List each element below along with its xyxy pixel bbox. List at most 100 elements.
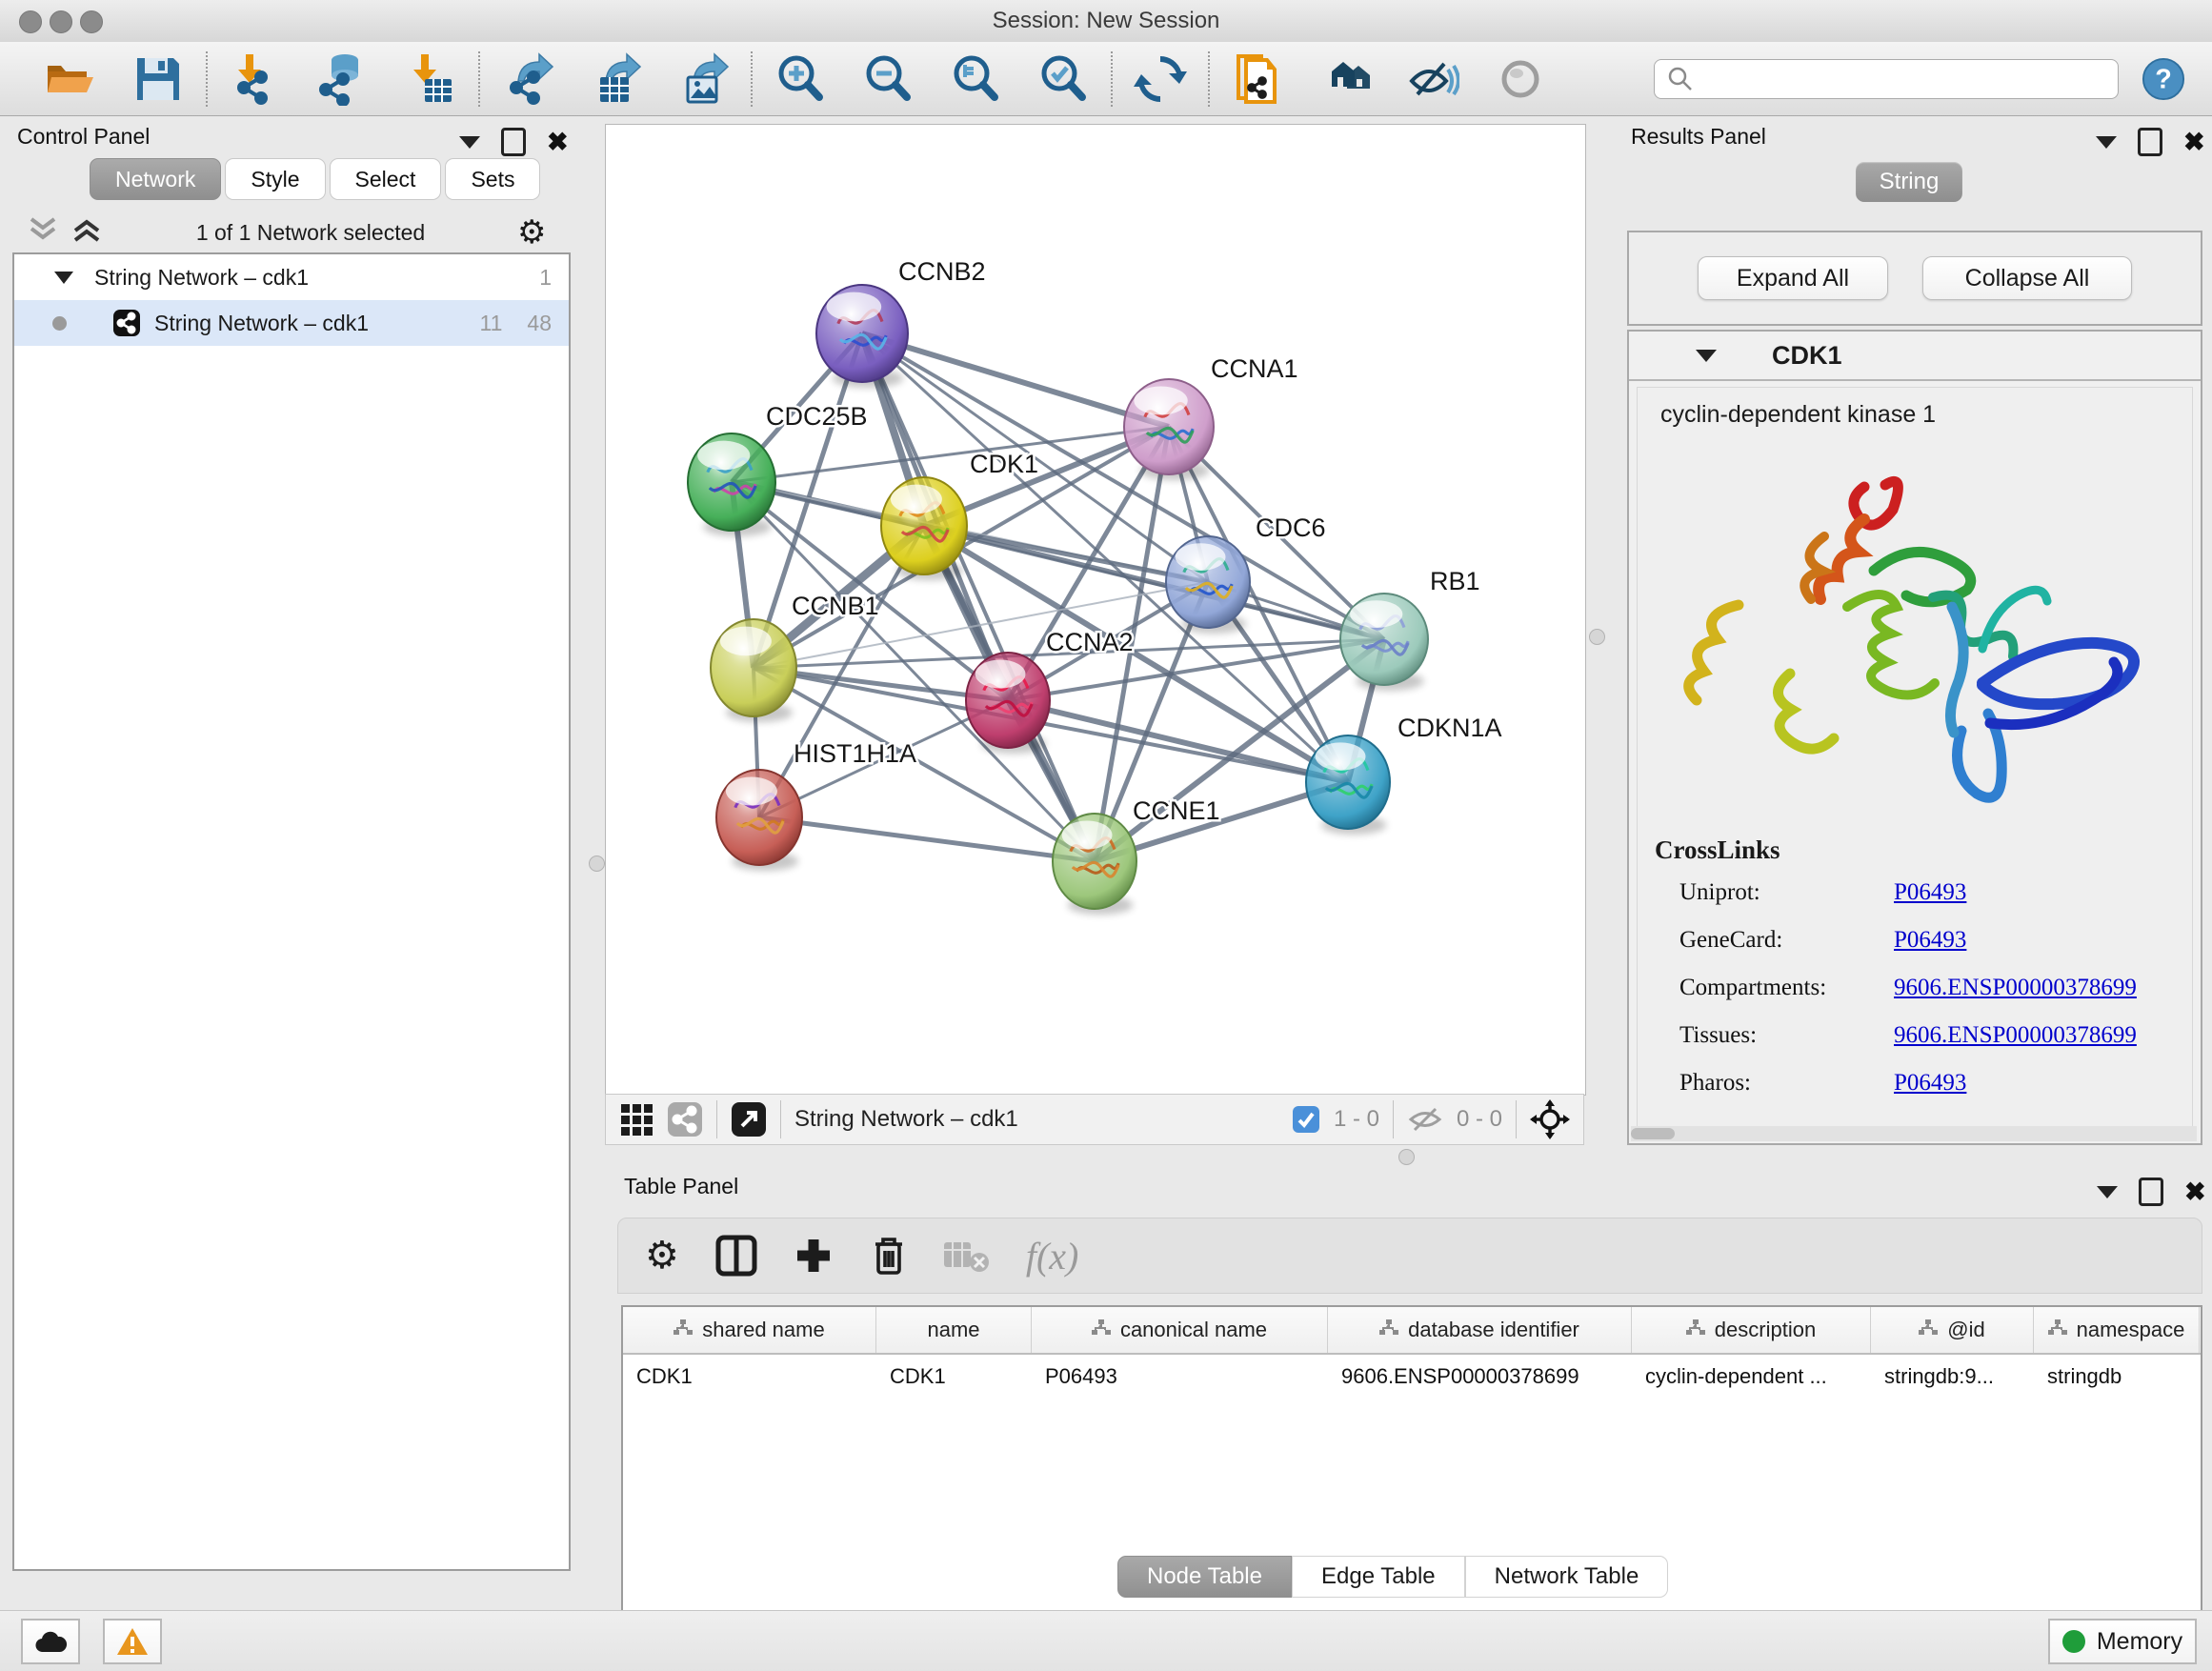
open-in-new-window-icon[interactable] (731, 1101, 767, 1137)
table-cell[interactable]: stringdb:9... (1871, 1355, 2034, 1399)
table-cell[interactable]: 9606.ENSP00000378699 (1328, 1355, 1632, 1399)
panel-float-icon[interactable] (2138, 128, 2162, 156)
pan-crosshair-icon[interactable] (1530, 1099, 1570, 1139)
import-table-icon[interactable] (404, 52, 457, 106)
add-column-plus-icon[interactable] (794, 1236, 834, 1276)
show-columns-icon[interactable] (715, 1235, 757, 1277)
table-cell[interactable]: CDK1 (623, 1355, 876, 1399)
memory-button[interactable]: Memory (2048, 1619, 2197, 1664)
table-cell[interactable]: P06493 (1032, 1355, 1328, 1399)
open-session-icon[interactable] (44, 52, 97, 106)
tab-string[interactable]: String (1856, 162, 1962, 202)
birdseye-grid-icon[interactable] (619, 1102, 654, 1137)
node-label-CDC6: CDC6 (1256, 513, 1326, 542)
tab-node-table[interactable]: Node Table (1117, 1556, 1292, 1598)
tab-network-table[interactable]: Network Table (1465, 1556, 1669, 1598)
node-RB1[interactable]: RB1 (1340, 567, 1480, 691)
results-hscrollbar[interactable] (1631, 1126, 2197, 1141)
crosslink-label: GeneCard: (1679, 927, 1894, 954)
crosslink-value-link[interactable]: P06493 (1894, 879, 1966, 906)
network-row-selected[interactable]: String Network – cdk1 11 48 (14, 300, 569, 346)
column-header-namespace[interactable]: namespace (2034, 1307, 2200, 1353)
crosslink-value-link[interactable]: P06493 (1894, 1070, 1966, 1097)
collapse-all-button[interactable]: Collapse All (1922, 256, 2132, 300)
node-CDC6[interactable]: CDC6 (1166, 513, 1326, 634)
table-row[interactable]: CDK1CDK1P064939606.ENSP00000378699cyclin… (623, 1355, 2201, 1399)
column-header-shared-name[interactable]: shared name (623, 1307, 876, 1353)
search-input[interactable] (1695, 61, 2118, 97)
panel-menu-icon[interactable] (459, 136, 480, 149)
table-cell[interactable]: CDK1 (876, 1355, 1032, 1399)
crosslink-value-link[interactable]: 9606.ENSP00000378699 (1894, 975, 2137, 1001)
left-splitter-handle[interactable] (589, 856, 605, 872)
shared-column-icon (1092, 1318, 1111, 1342)
panel-close-icon[interactable]: ✖ (2183, 131, 2205, 153)
right-splitter-handle[interactable] (1589, 629, 1605, 645)
node-CCNB1[interactable]: CCNB1 (711, 592, 879, 722)
node-CCNE1[interactable]: CCNE1 (1053, 796, 1220, 915)
window-title: Session: New Session (0, 0, 2212, 42)
string-home-icon[interactable] (1318, 52, 1372, 106)
expand-all-chevron-icon[interactable] (70, 215, 104, 250)
selected-checkbox-icon[interactable] (1292, 1105, 1320, 1134)
refresh-icon[interactable] (1134, 52, 1187, 106)
edge-CCNB2-CCNE1[interactable] (862, 333, 1095, 861)
share-document-icon[interactable] (1231, 52, 1284, 106)
results-hscroll-thumb[interactable] (1631, 1128, 1675, 1139)
control-panel-title: Control Panel (17, 124, 150, 150)
table-cell[interactable]: stringdb (2034, 1355, 2200, 1399)
tab-select[interactable]: Select (330, 158, 442, 200)
column-header-description[interactable]: description (1632, 1307, 1871, 1353)
gear-icon[interactable]: ⚙ (517, 216, 553, 249)
save-session-icon[interactable] (131, 52, 185, 106)
panel-float-icon[interactable] (501, 128, 526, 156)
node-HIST1H1A[interactable]: HIST1H1A (716, 739, 916, 871)
crosslink-value-link[interactable]: 9606.ENSP00000378699 (1894, 1022, 2137, 1049)
panel-close-icon[interactable]: ✖ (547, 131, 569, 153)
horizontal-splitter-handle[interactable] (1398, 1149, 1415, 1165)
network-share-icon[interactable] (667, 1101, 703, 1137)
enhanced-graphics-icon[interactable] (1406, 52, 1459, 106)
collection-row[interactable]: String Network – cdk1 1 (14, 254, 569, 300)
export-network-icon[interactable] (501, 52, 554, 106)
panel-menu-icon[interactable] (2097, 1186, 2118, 1198)
node-CCNA1[interactable]: CCNA1 (1124, 354, 1298, 480)
node-CDKN1A[interactable]: CDKN1A (1306, 714, 1502, 835)
collapse-all-chevron-icon[interactable] (26, 215, 60, 250)
network-canvas[interactable]: CCNB2 CCNA1 CDC25B CDK1 CDC6 RB1 CCNB1 C… (605, 124, 1586, 1096)
delete-column-trash-icon[interactable] (870, 1235, 908, 1277)
panel-close-icon[interactable]: ✖ (2184, 1180, 2206, 1203)
panel-float-icon[interactable] (2139, 1178, 2163, 1206)
table-settings-gear-icon[interactable]: ⚙ (645, 1237, 679, 1275)
crosslink-value-link[interactable]: P06493 (1894, 927, 1966, 954)
panel-menu-icon[interactable] (2096, 136, 2117, 149)
table-cell[interactable]: cyclin-dependent ... (1632, 1355, 1871, 1399)
column-header-canonical-name[interactable]: canonical name (1032, 1307, 1328, 1353)
column-header-@id[interactable]: @id (1871, 1307, 2034, 1353)
tab-sets[interactable]: Sets (445, 158, 540, 200)
zoom-in-icon[interactable] (774, 52, 827, 106)
export-table-icon[interactable] (589, 52, 642, 106)
zoom-fit-icon[interactable] (949, 52, 1002, 106)
tab-style[interactable]: Style (225, 158, 325, 200)
import-network-icon[interactable] (229, 52, 282, 106)
expand-all-button[interactable]: Expand All (1698, 256, 1888, 300)
node-section-header[interactable]: CDK1 (1629, 332, 2201, 381)
zoom-selected-icon[interactable] (1036, 52, 1090, 106)
tab-edge-table[interactable]: Edge Table (1292, 1556, 1465, 1598)
cloud-button[interactable] (21, 1619, 80, 1664)
column-header-name[interactable]: name (876, 1307, 1032, 1353)
column-header-database-identifier[interactable]: database identifier (1328, 1307, 1632, 1353)
collapse-section-icon[interactable] (1696, 350, 1717, 362)
edge-CCNB2-CCNA1[interactable] (862, 333, 1169, 427)
results-panel: Results Panel ✖ String Expand All Collap… (1619, 124, 2212, 1162)
edge-HIST1H1A-CCNE1[interactable] (759, 817, 1095, 861)
collection-expand-icon[interactable] (54, 272, 73, 284)
import-database-icon[interactable] (316, 52, 370, 106)
export-image-icon[interactable] (676, 52, 730, 106)
zoom-out-icon[interactable] (861, 52, 915, 106)
tab-network[interactable]: Network (90, 158, 221, 200)
help-icon[interactable]: ? (2142, 57, 2185, 101)
search-box[interactable] (1654, 59, 2119, 99)
warning-button[interactable] (103, 1619, 162, 1664)
